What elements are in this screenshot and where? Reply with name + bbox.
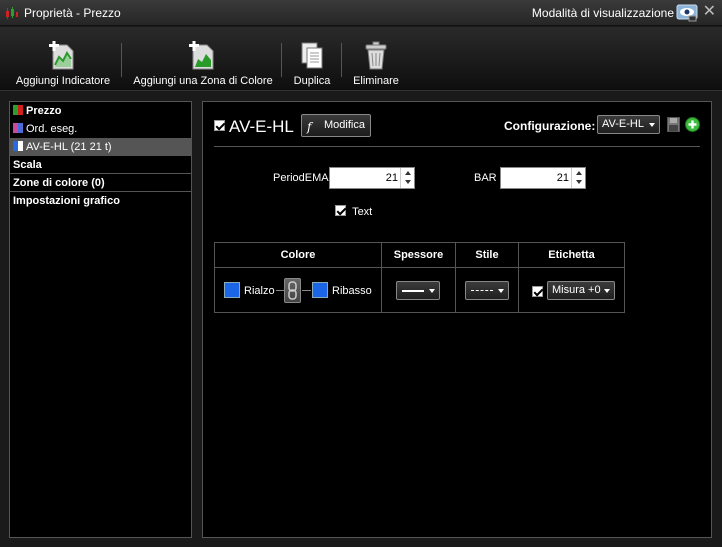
toolbar: Aggiungi Indicatore Aggiungi una Zona di… — [0, 27, 722, 91]
add-color-zone-button[interactable]: Aggiungi una Zona di Colore — [128, 27, 278, 91]
add-indicator-label: Aggiungi Indicatore — [15, 75, 111, 87]
title-bar: Proprietà - Prezzo Modalità di visualizz… — [0, 0, 722, 26]
rise-label: Rialzo — [244, 285, 275, 297]
text-option-label: Text — [352, 206, 373, 218]
duplicate-icon — [301, 42, 323, 69]
column-header-spessore: Spessore — [382, 243, 455, 268]
add-config-icon[interactable] — [685, 117, 700, 132]
candlestick-icon — [6, 7, 18, 19]
price-flag-icon — [13, 105, 23, 115]
tree-item-scala[interactable]: Scala — [10, 156, 191, 174]
tree-item-prezzo[interactable]: Prezzo — [10, 102, 191, 120]
arrow-down-icon[interactable] — [576, 180, 582, 184]
add-color-zone-icon — [189, 41, 214, 70]
indicator-properties-panel: AV-E-HL f Modifica Configurazione: AV-E-H… — [202, 101, 712, 538]
function-icon: f — [307, 120, 312, 134]
display-mode-label[interactable]: Modalità di visualizzazione — [532, 6, 674, 20]
label-enabled-checkbox[interactable] — [532, 286, 543, 297]
toolbar-separator — [121, 43, 122, 77]
close-icon[interactable]: ✕ — [703, 3, 716, 21]
period-ema-label: PeriodEMA — [273, 172, 329, 184]
arrow-up-icon[interactable] — [405, 171, 411, 175]
column-divider — [455, 243, 456, 312]
indicator-name: AV-E-HL — [229, 117, 294, 136]
delete-button[interactable]: Eliminare — [348, 27, 404, 91]
rise-color-swatch[interactable] — [224, 282, 240, 298]
chain-link-icon — [288, 281, 297, 300]
tree-item-impostazioni-grafico[interactable]: Impostazioni grafico — [10, 192, 191, 210]
indicator-enabled-checkbox[interactable] — [214, 120, 225, 131]
bar-label: BAR — [474, 172, 497, 184]
add-indicator-button[interactable]: Aggiungi Indicatore — [10, 27, 116, 91]
link-line — [302, 290, 311, 291]
style-table: Colore Spessore Stile Etichetta Rialzo R… — [214, 242, 625, 313]
fall-label: Ribasso — [332, 285, 372, 297]
add-color-zone-label: Aggiungi una Zona di Colore — [133, 75, 273, 87]
label-select[interactable]: Misura +0 — [547, 281, 615, 300]
thickness-select[interactable] — [396, 281, 440, 300]
bar-input[interactable]: 21 — [500, 167, 586, 189]
chevron-down-icon — [604, 289, 610, 293]
arrow-up-icon[interactable] — [576, 171, 582, 175]
text-option[interactable]: Text — [335, 205, 372, 218]
chevron-down-icon — [498, 289, 504, 293]
column-header-stile: Stile — [456, 243, 518, 268]
column-header-colore: Colore — [215, 243, 381, 268]
tree-item-ord-eseg[interactable]: Ord. eseg. — [10, 120, 191, 138]
column-divider — [518, 243, 519, 312]
configuration-select[interactable]: AV-E-HL — [597, 115, 660, 134]
toolbar-separator — [341, 43, 342, 77]
eye-icon[interactable] — [676, 4, 698, 22]
chevron-down-icon — [649, 123, 655, 127]
tree-item-zone-di-colore[interactable]: Zone di colore (0) — [10, 174, 191, 192]
window-title: Proprietà - Prezzo — [24, 6, 121, 20]
trash-icon — [365, 41, 387, 70]
link-colors-button[interactable] — [284, 278, 301, 303]
save-icon[interactable] — [667, 117, 680, 132]
modify-button[interactable]: f Modifica — [301, 114, 371, 137]
orders-flag-icon — [13, 123, 23, 133]
bar-stepper[interactable] — [571, 168, 585, 188]
fall-color-swatch[interactable] — [312, 282, 328, 298]
column-header-etichetta: Etichetta — [519, 243, 624, 268]
duplicate-button[interactable]: Duplica — [288, 27, 336, 91]
delete-label: Eliminare — [353, 75, 399, 87]
tree-item-av-e-hl[interactable]: AV-E-HL (21 21 t) — [10, 138, 191, 156]
thickness-line-preview — [402, 290, 424, 292]
line-style-select[interactable] — [465, 281, 509, 300]
add-indicator-icon — [49, 41, 74, 70]
properties-tree: Prezzo Ord. eseg. AV-E-HL (21 21 t) Scal… — [9, 101, 192, 538]
period-ema-input[interactable]: 21 — [329, 167, 415, 189]
chevron-down-icon — [429, 289, 435, 293]
period-ema-stepper[interactable] — [400, 168, 414, 188]
link-line — [276, 290, 284, 291]
line-style-preview — [471, 290, 493, 291]
indicator-flag-icon — [13, 141, 23, 151]
column-divider — [381, 243, 382, 312]
configuration-label: Configurazione: — [504, 119, 596, 133]
text-checkbox[interactable] — [335, 205, 346, 216]
arrow-down-icon[interactable] — [405, 180, 411, 184]
duplicate-label: Duplica — [293, 75, 331, 87]
header-divider — [214, 146, 700, 147]
toolbar-separator — [281, 43, 282, 77]
